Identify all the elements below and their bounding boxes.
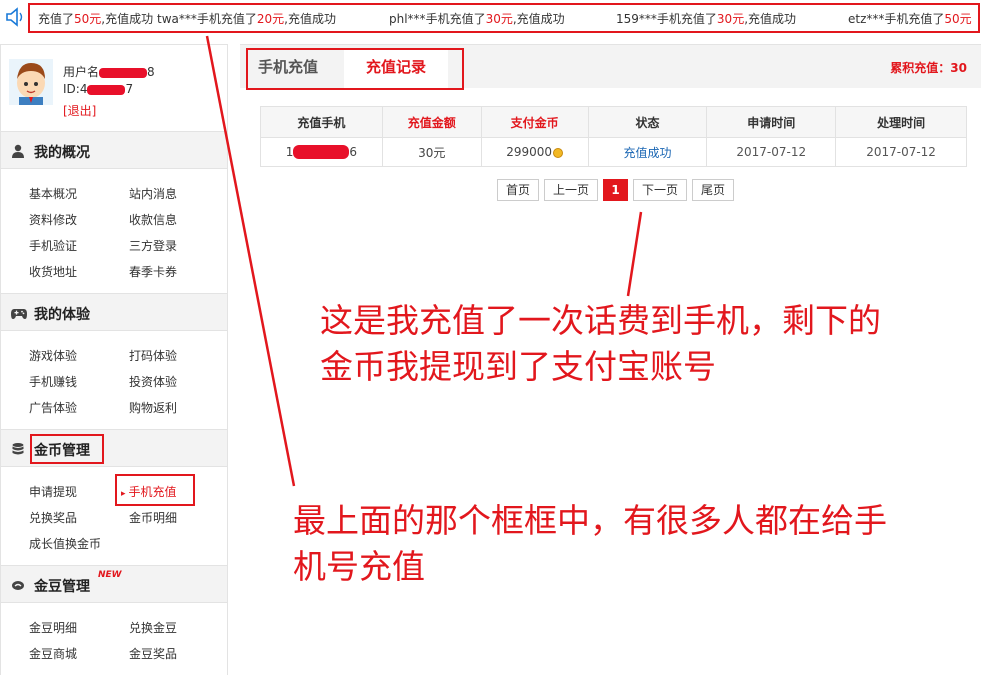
note-line: 机号充值: [293, 547, 425, 586]
note-line: 这是我充值了一次话费到手机，剩下的: [320, 301, 881, 340]
page: 充值了50元,充值成功 twa***手机充值了20元,充值成功 phl***手机…: [0, 0, 981, 675]
annotation-note-records: 这是我充值了一次话费到手机，剩下的 金币我提现到了支付宝账号: [320, 298, 881, 390]
annotation-note-ticker: 最上面的那个框框中，有很多人都在给手 机号充值: [293, 498, 887, 590]
note-line: 金币我提现到了支付宝账号: [320, 347, 716, 386]
note-line: 最上面的那个框框中，有很多人都在给手: [293, 501, 887, 540]
